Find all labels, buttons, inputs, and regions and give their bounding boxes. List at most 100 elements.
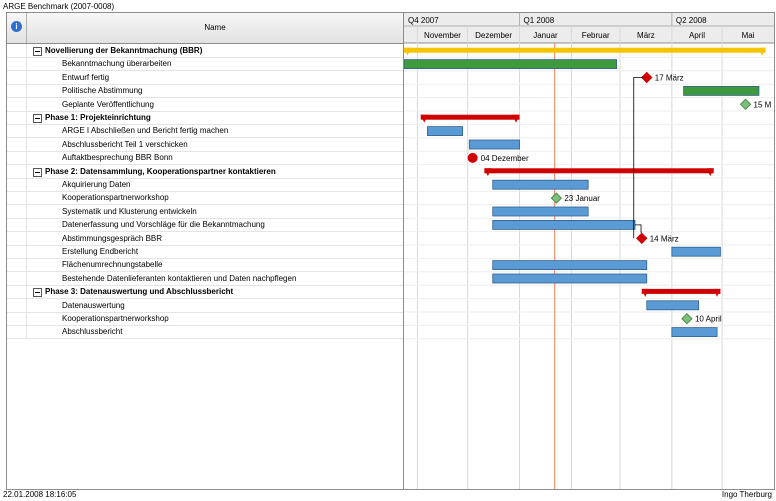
row-indicator-cell [7,245,27,258]
row-indicator-cell [7,178,27,191]
task-bar [492,179,589,190]
task-bar [492,260,648,271]
task-name: Akquirierung Daten [62,180,131,189]
task-row[interactable]: Entwurf fertig [7,70,403,85]
row-indicator-cell [7,137,27,151]
month-label: Januar [533,31,558,40]
row-indicator-cell [7,57,27,71]
name-column-header[interactable]: Name [27,13,403,43]
row-indicator-cell [7,191,27,205]
gantt-chart: i Name Novellierung der Bekanntmachung (… [6,12,775,490]
quarter-label: Q2 2008 [676,16,707,25]
footer-author: Ingo Therburg [721,490,772,499]
task-name: Abschlussbericht Teil 1 verschicken [62,139,188,149]
row-indicator-cell [7,218,27,232]
milestone-label: 14 März [650,234,679,243]
footer-timestamp: 22.01.2008 18:16:05 [3,490,77,499]
task-row[interactable]: Kooperationspartnerworkshop [7,312,403,326]
task-row[interactable]: Bekanntmachung überarbeiten [7,57,403,72]
task-row[interactable]: Akquirierung Daten [7,178,403,192]
task-row[interactable]: Abschlussbericht [7,325,403,340]
summary-row[interactable]: Phase 1: Projekteinrichtung [7,111,403,125]
collapse-icon[interactable] [33,288,42,298]
task-bar [671,246,721,257]
row-indicator-cell [7,312,27,325]
task-row[interactable]: Erstellung Endbericht [7,245,403,259]
task-row[interactable]: Datenerfassung und Vorschläge für die Be… [7,218,403,233]
task-row[interactable]: Systematik und Klusterung entwickeln [7,204,403,219]
task-row[interactable]: Flächenumrechnungstabelle [7,258,403,273]
summary-row[interactable]: Phase 2: Datensammlung, Kooperationspart… [7,164,403,179]
task-name: Novellierung der Bekanntmachung (BBR) [45,46,203,55]
summary-bar [420,114,520,120]
task-name: Abschlussbericht [62,327,123,337]
dependency-line [633,77,643,239]
task-name: Datenerfassung und Vorschläge für die Be… [62,220,265,230]
row-indicator-cell [7,151,27,165]
milestone-label: 15 M [754,100,772,109]
task-bar [492,219,636,230]
task-bar [492,273,648,284]
milestone-marker [641,71,653,84]
milestone-marker [636,232,648,245]
task-bar [468,139,520,150]
timeline: Q4 2007 Q1 2008 Q2 2008 November Dezember Jan… [404,13,774,489]
window-title: ARGE Benchmark (2007-0008) [3,2,115,11]
summary-bar [404,47,766,53]
task-bar [683,86,760,96]
task-name: Phase 3: Datenauswertung und Abschlussbe… [45,287,234,297]
row-indicator-cell [7,285,27,299]
task-name: Phase 2: Datensammlung, Kooperationspart… [45,166,276,176]
task-name: Phase 1: Projekteinrichtung [45,113,151,122]
collapse-icon[interactable] [33,114,42,123]
milestone-marker [550,192,563,204]
milestone-marker [681,312,693,325]
task-name: Abstimmungsgespräch BBR [62,233,163,243]
row-indicator-cell [7,70,27,84]
row-indicator-cell [7,271,27,285]
row-indicator-cell [7,164,27,178]
task-row[interactable]: Abstimmungsgespräch BBR [7,231,403,246]
milestone-marker [739,98,752,111]
month-label: März [637,31,655,40]
row-indicator-cell [7,84,27,98]
summary-row[interactable]: Phase 3: Datenauswertung und Abschlussbe… [7,285,403,300]
info-column-header[interactable]: i [7,13,27,43]
task-row[interactable]: Bestehende Datenlieferanten kontaktieren… [7,271,403,286]
task-name: Datenauswertung [62,300,125,310]
month-label: Dezember [475,31,512,40]
row-indicator-cell [7,124,27,138]
task-row[interactable]: Kooperationspartnerworkshop [7,191,403,206]
task-name: Auftaktbesprechung BBR Bonn [62,153,173,163]
milestone-label: 17 März [655,74,684,83]
task-name: Kooperationspartnerworkshop [62,193,169,203]
summary-row[interactable]: Novellierung der Bekanntmachung (BBR) [7,44,403,58]
task-bar [671,327,718,338]
task-row[interactable]: Abschlussbericht Teil 1 verschicken [7,137,403,152]
task-list-header: i Name [7,13,403,44]
task-name: Bestehende Datenlieferanten kontaktieren… [62,273,297,283]
milestone-marker [467,152,478,163]
task-name: ARGE I Abschließen und Bericht fertig ma… [62,126,229,136]
milestone-label: 04 Dezember [481,154,529,163]
collapse-icon[interactable] [33,167,42,177]
task-bar [404,59,618,69]
task-row[interactable]: Auftaktbesprechung BBR Bonn [7,151,403,166]
row-indicator-cell [7,258,27,272]
row-indicator-cell [7,325,27,339]
task-row[interactable]: Geplante Veröffentlichung [7,97,403,112]
task-row[interactable]: Datenauswertung [7,298,403,313]
task-row[interactable]: Politische Abstimmung [7,84,403,99]
summary-bar [484,168,714,174]
task-name: Entwurf fertig [62,72,110,82]
milestone-label: 10 April [695,315,722,324]
collapse-icon[interactable] [33,47,42,56]
row-indicator-cell [7,111,27,124]
task-name: Flächenumrechnungstabelle [62,260,163,270]
task-bar [427,126,463,136]
task-list: i Name Novellierung der Bekanntmachung (… [7,13,404,489]
row-indicator-cell [7,231,27,245]
task-row[interactable]: ARGE I Abschließen und Bericht fertig ma… [7,124,403,139]
info-icon[interactable]: i [11,21,22,32]
summary-bar [641,288,721,294]
